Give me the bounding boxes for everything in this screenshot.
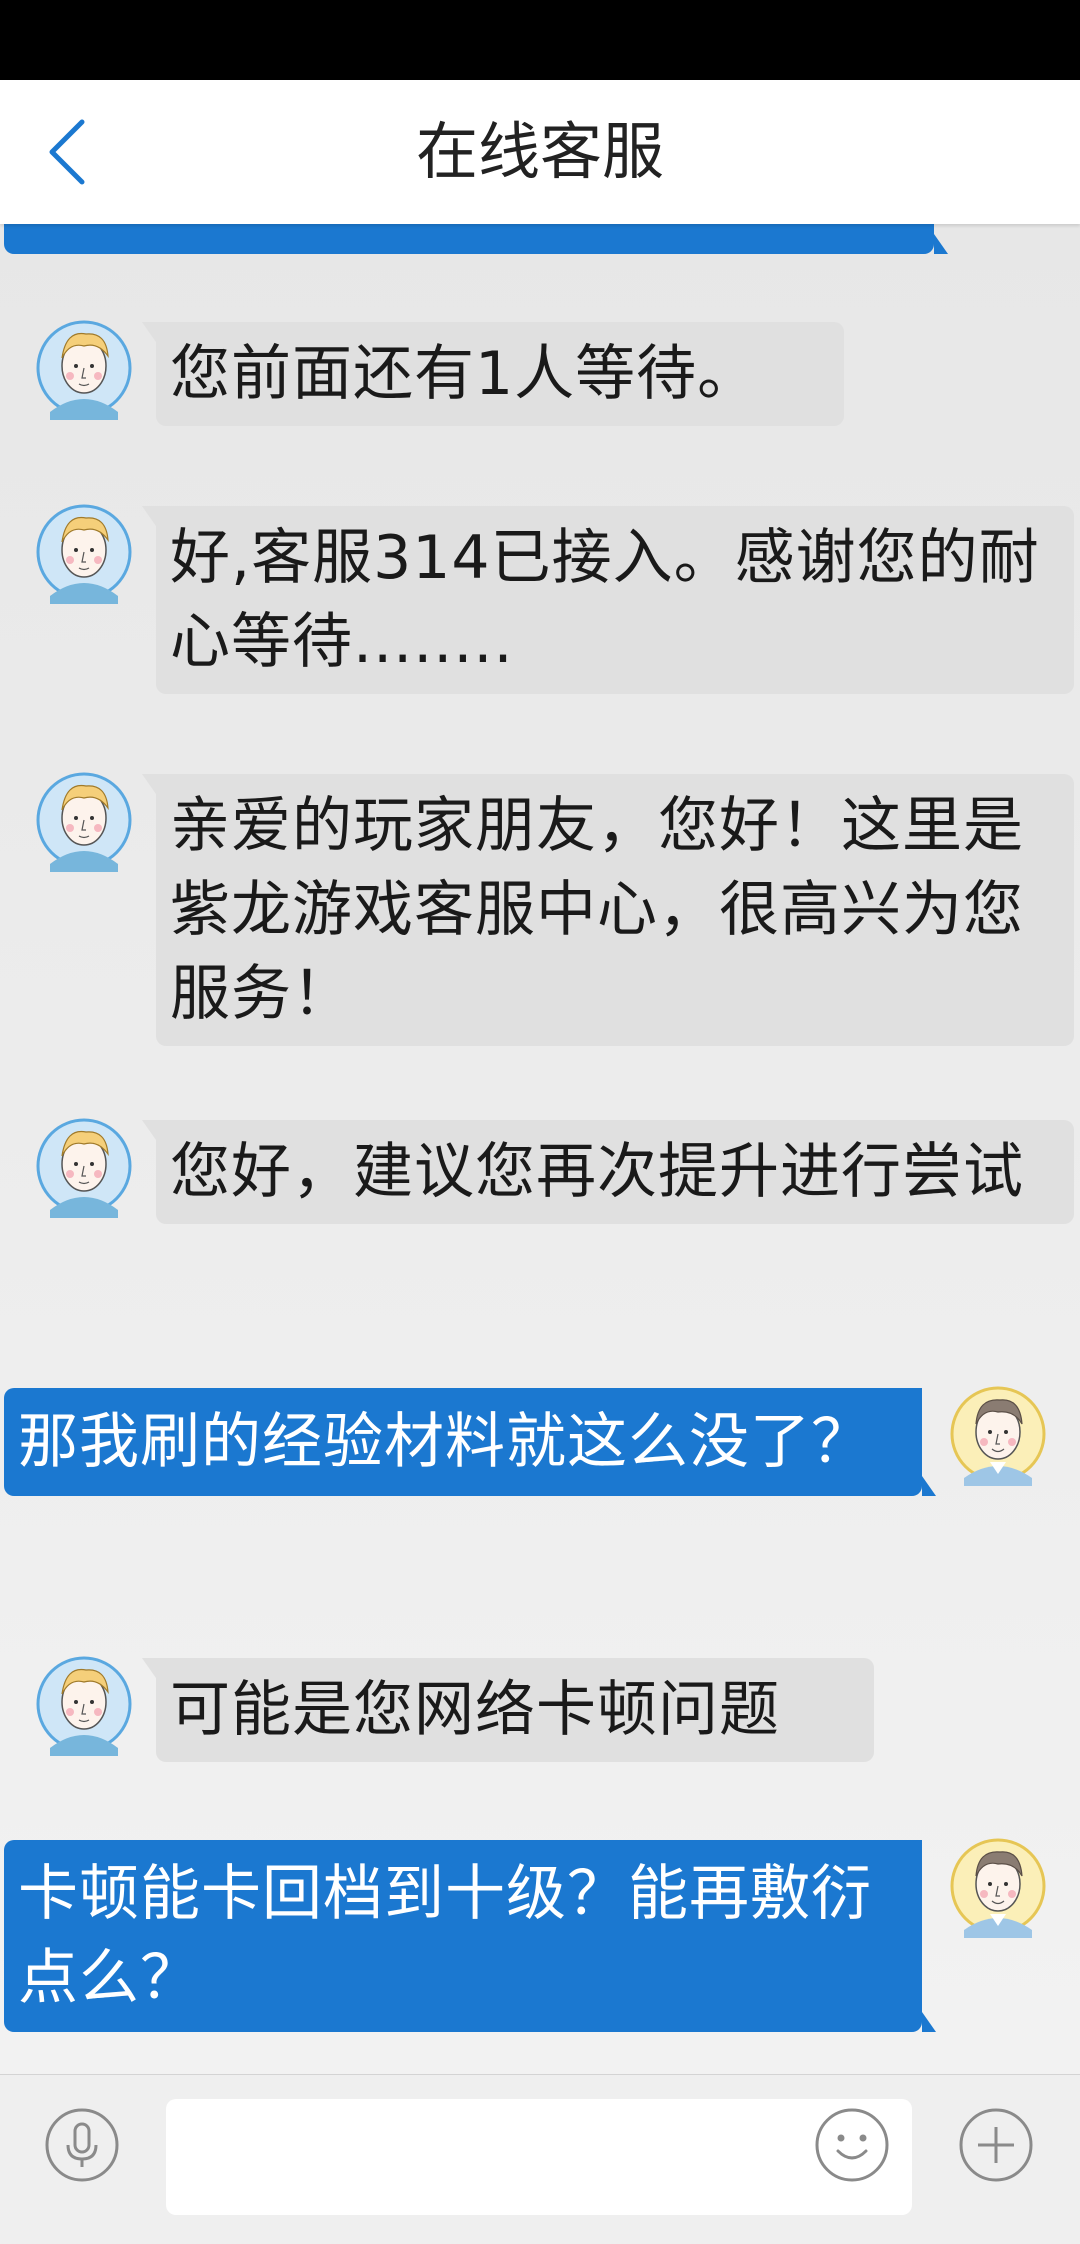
chevron-left-icon [49, 119, 85, 185]
status-bar [0, 0, 1080, 80]
message-input-field[interactable] [166, 2099, 912, 2215]
user-avatar-icon [950, 1838, 1046, 1938]
user-avatar[interactable] [950, 1834, 1046, 1938]
agent-avatar-icon [36, 772, 132, 872]
more-options-button[interactable] [958, 2107, 1034, 2183]
voice-input-button[interactable] [44, 2107, 120, 2183]
message-text: 您前面还有1人等待。 [170, 339, 759, 409]
message-text: 可能是您网络卡顿问题 [170, 1675, 780, 1745]
agent-avatar-icon [36, 504, 132, 604]
message-bubble-user[interactable]: 卡顿能卡回档到十级？能再敷衍点么？ [4, 1840, 936, 2032]
back-button[interactable] [36, 116, 108, 188]
message-bubble-agent[interactable]: 亲爱的玩家朋友，您好！这里是紫龙游戏客服中心，很高兴为您服务！ [142, 774, 1074, 1046]
user-avatar[interactable] [950, 1382, 1046, 1486]
emoji-icon [815, 2108, 889, 2182]
message-bubble-agent[interactable]: 您前面还有1人等待。 [142, 322, 844, 426]
message-text: 卡顿能卡回档到十级？能再敷衍点么？ [18, 1859, 872, 2013]
message-text: 您好，建议您再次提升进行尝试 [170, 1137, 1024, 1207]
plus-icon [959, 2108, 1033, 2182]
message-bubble-agent[interactable]: 可能是您网络卡顿问题 [142, 1658, 874, 1762]
agent-avatar-icon [36, 320, 132, 420]
message-bubble-user[interactable]: 那我刷的经验材料就这么没了？ [4, 1388, 936, 1496]
user-avatar-icon [950, 1386, 1046, 1486]
message-bubble-user[interactable] [4, 224, 948, 254]
message-text: 那我刷的经验材料就这么没了？ [18, 1407, 872, 1477]
message-bubble-agent[interactable]: 好,客服314已接入。感谢您的耐心等待........ [142, 506, 1074, 694]
agent-avatar[interactable] [36, 768, 132, 872]
chat-message-list[interactable]: 您前面还有1人等待。 好,客服314已接入。感谢您的耐心等待........ 亲… [0, 224, 1080, 2074]
agent-avatar-icon [36, 1118, 132, 1218]
agent-avatar-icon [36, 1656, 132, 1756]
navigation-bar: 在线客服 [0, 80, 1080, 224]
message-bubble-agent[interactable]: 您好，建议您再次提升进行尝试 [142, 1120, 1074, 1224]
agent-avatar[interactable] [36, 500, 132, 604]
page-title: 在线客服 [415, 115, 664, 188]
agent-avatar[interactable] [36, 1652, 132, 1756]
emoji-button[interactable] [814, 2107, 890, 2183]
message-text: 好,客服314已接入。感谢您的耐心等待........ [170, 523, 1040, 677]
message-input-bar [0, 2074, 1080, 2244]
message-text: 亲爱的玩家朋友，您好！这里是紫龙游戏客服中心，很高兴为您服务！ [170, 791, 1024, 1029]
microphone-icon [45, 2108, 119, 2182]
agent-avatar[interactable] [36, 1114, 132, 1218]
agent-avatar[interactable] [36, 316, 132, 420]
